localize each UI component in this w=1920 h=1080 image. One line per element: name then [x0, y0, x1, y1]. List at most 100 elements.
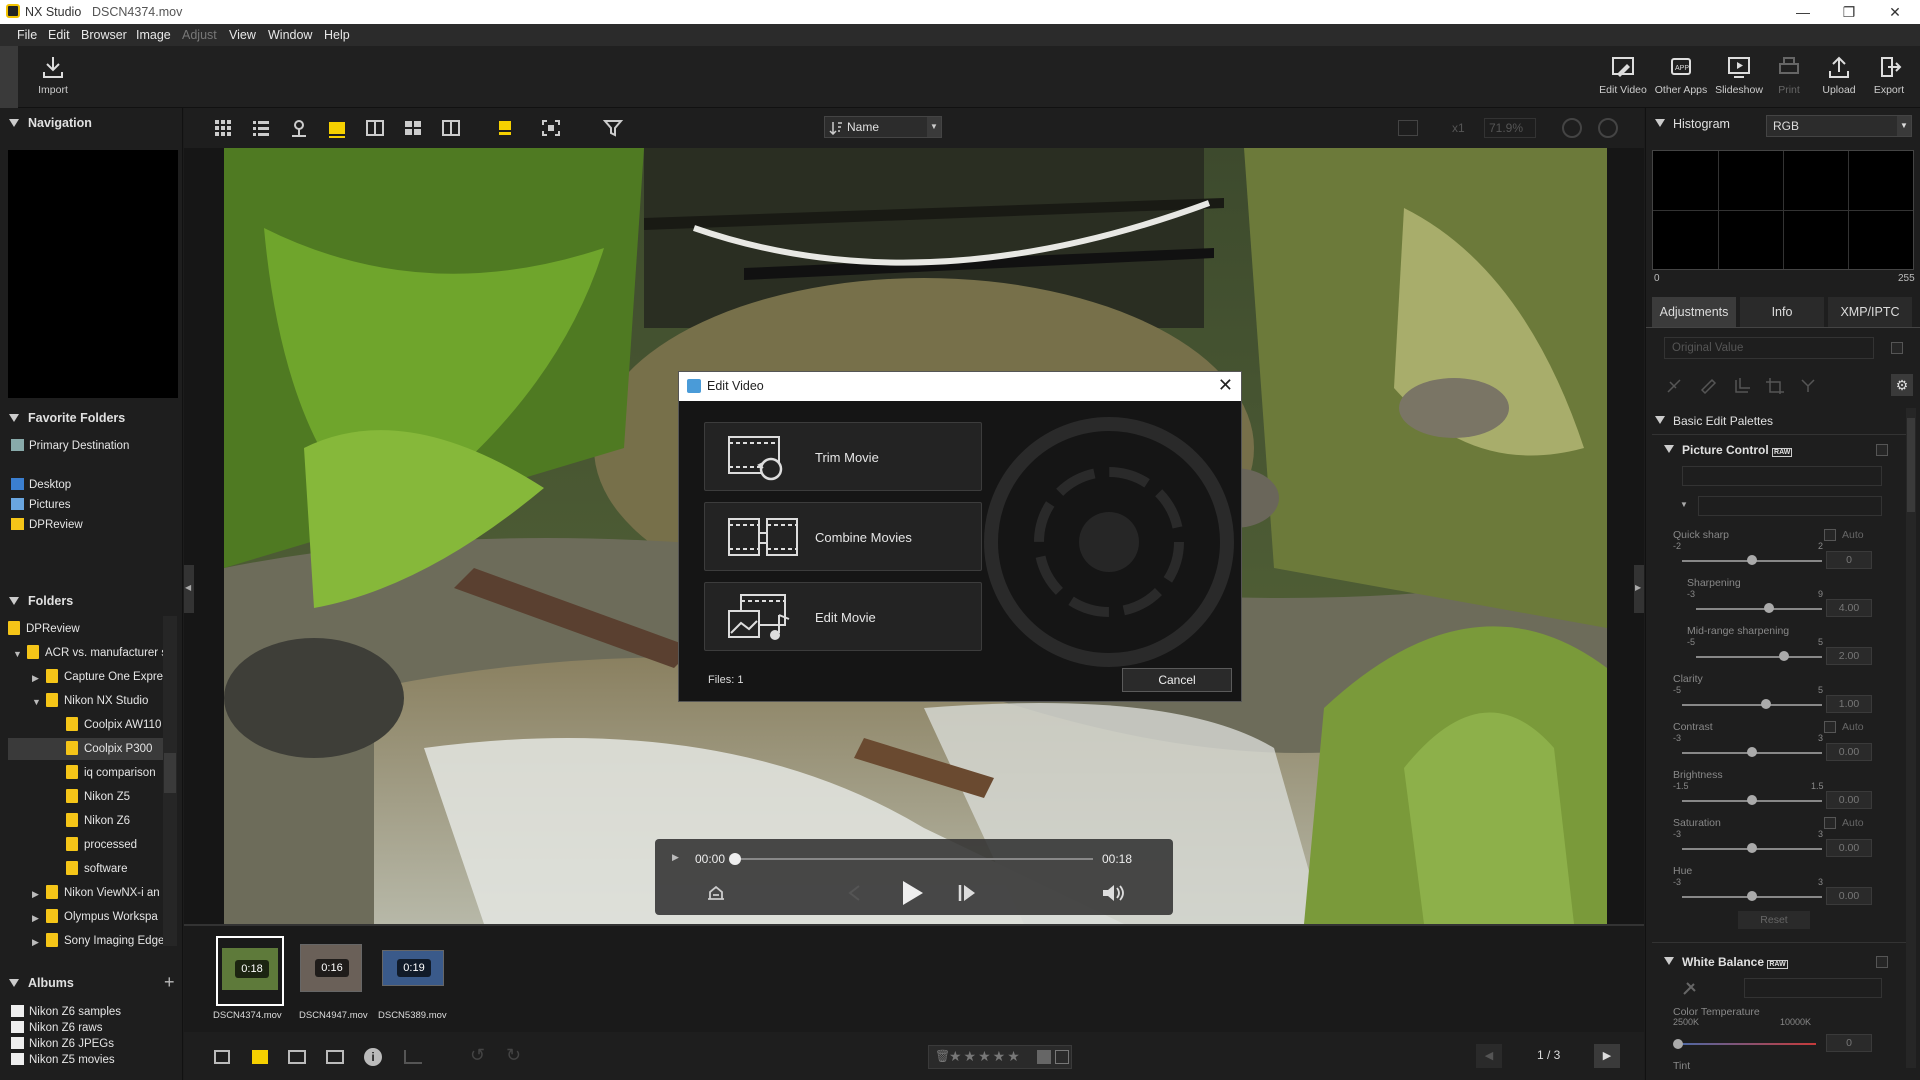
- album-row[interactable]: Nikon Z5 movies: [11, 1053, 115, 1066]
- tab-info[interactable]: Info: [1740, 297, 1824, 327]
- zoom-in-icon[interactable]: [1598, 118, 1618, 138]
- zoom-out-icon[interactable]: [1562, 118, 1582, 138]
- slider-value[interactable]: 0.00: [1826, 791, 1872, 809]
- folder-row[interactable]: Nikon ViewNX-i an: [46, 885, 163, 899]
- other-apps-button[interactable]: APP Other Apps: [1654, 54, 1708, 96]
- left-panel-toggle[interactable]: ◀: [184, 565, 194, 613]
- add-album-icon[interactable]: +: [164, 972, 175, 993]
- filmstrip-layout-icon[interactable]: [496, 118, 518, 138]
- undo-icon[interactable]: ↺: [470, 1045, 485, 1066]
- single-view-icon[interactable]: [326, 118, 348, 138]
- slider-value[interactable]: 1.00: [1826, 695, 1872, 713]
- quick-sharp-auto-checkbox[interactable]: [1824, 529, 1836, 541]
- eyedropper-icon[interactable]: [1682, 980, 1698, 996]
- favorite-dpreview[interactable]: DPReview: [11, 518, 83, 531]
- right-panel-toggle[interactable]: ▶: [1634, 565, 1644, 613]
- tab-adjustments[interactable]: Adjustments: [1652, 297, 1736, 327]
- thumbnail-selected[interactable]: 0:18: [216, 936, 284, 1006]
- sort-dropdown[interactable]: Name ▼: [824, 116, 942, 138]
- slider-knob[interactable]: [1779, 651, 1790, 661]
- folders-scroll-thumb[interactable]: [164, 753, 176, 793]
- zoom-percent[interactable]: 71.9%: [1484, 118, 1536, 138]
- next-frame-icon[interactable]: [957, 883, 977, 903]
- label-icon[interactable]: [1037, 1050, 1051, 1064]
- expand-arrow-icon[interactable]: ▶: [32, 673, 39, 684]
- basic-edit-header[interactable]: Basic Edit Palettes: [1655, 414, 1773, 428]
- histogram-toggle-icon[interactable]: [404, 1050, 422, 1064]
- picture-control-dropdown[interactable]: [1682, 466, 1882, 486]
- slider-knob[interactable]: [1747, 795, 1757, 805]
- thumbnail[interactable]: 0:16: [300, 944, 362, 992]
- compare-view-icon[interactable]: [364, 118, 386, 138]
- info-icon[interactable]: i: [364, 1048, 382, 1066]
- slider-value[interactable]: 4.00: [1826, 599, 1872, 617]
- previous-frame-icon[interactable]: [845, 884, 865, 902]
- favorite-primary-destination[interactable]: Primary Destination: [11, 439, 177, 452]
- menu-edit[interactable]: Edit: [48, 28, 70, 42]
- original-checkbox[interactable]: [1891, 342, 1903, 354]
- color-temperature-knob[interactable]: [1673, 1039, 1683, 1049]
- list-view-icon[interactable]: [250, 118, 272, 138]
- thumbnail-view-icon[interactable]: [214, 1050, 230, 1064]
- dialog-close-icon[interactable]: ✕: [1218, 375, 1233, 396]
- maximize-icon[interactable]: ❐: [1834, 2, 1864, 22]
- folder-row[interactable]: ACR vs. manufacturer s: [27, 645, 163, 659]
- trim-movie-button[interactable]: Trim Movie: [704, 422, 982, 491]
- collapse-arrow-icon[interactable]: ▼: [13, 649, 22, 659]
- tab-xmp-iptc[interactable]: XMP/IPTC: [1828, 297, 1912, 327]
- menu-view[interactable]: View: [229, 28, 256, 42]
- menu-browser[interactable]: Browser: [81, 28, 127, 42]
- cancel-button[interactable]: Cancel: [1122, 668, 1232, 692]
- folder-row[interactable]: Olympus Workspa: [46, 909, 163, 923]
- combine-movies-button[interactable]: Combine Movies: [704, 502, 982, 571]
- minimize-icon[interactable]: —: [1788, 2, 1818, 22]
- slider-value[interactable]: 0.00: [1826, 887, 1872, 905]
- trash-icon[interactable]: 🗑: [935, 1049, 950, 1063]
- navigation-header[interactable]: Navigation: [0, 108, 183, 138]
- saturation-auto-checkbox[interactable]: [1824, 817, 1836, 829]
- fit-view-icon[interactable]: [1398, 120, 1418, 136]
- folder-row[interactable]: Capture One Expre: [46, 669, 163, 683]
- folder-row[interactable]: software: [66, 861, 163, 875]
- favorites-header[interactable]: Favorite Folders: [0, 403, 183, 433]
- edit-movie-button[interactable]: Edit Movie: [704, 582, 982, 651]
- picture-control-sub-dropdown[interactable]: [1698, 496, 1882, 516]
- slider-value[interactable]: 0.00: [1826, 743, 1872, 761]
- favorite-desktop[interactable]: Desktop: [11, 478, 71, 491]
- fit-icon[interactable]: [288, 1050, 306, 1064]
- slider-value[interactable]: 0.00: [1826, 839, 1872, 857]
- folder-row[interactable]: Coolpix P300: [66, 741, 163, 755]
- picture-control-checkbox[interactable]: [1876, 444, 1888, 456]
- filter-icon[interactable]: [602, 118, 624, 138]
- fullscreen-icon[interactable]: [540, 118, 562, 138]
- album-row[interactable]: Nikon Z6 raws: [11, 1021, 103, 1034]
- folder-row[interactable]: DPReview: [8, 621, 163, 635]
- expand-arrow-icon[interactable]: ▶: [32, 937, 39, 948]
- protect-icon[interactable]: [1055, 1050, 1069, 1064]
- star-rating-icons[interactable]: ★★★★★: [949, 1048, 1022, 1065]
- slider-knob[interactable]: [1747, 843, 1757, 853]
- import-button[interactable]: Import: [26, 54, 80, 96]
- folder-row[interactable]: Coolpix AW110: [66, 717, 163, 731]
- quad-view-icon[interactable]: [402, 118, 424, 138]
- slider-knob[interactable]: [1764, 603, 1775, 613]
- right-scroll-thumb[interactable]: [1907, 418, 1915, 512]
- album-row[interactable]: Nikon Z6 samples: [11, 1005, 121, 1018]
- slider-track[interactable]: [1682, 704, 1822, 706]
- thumbnail[interactable]: 0:19: [382, 950, 444, 986]
- slider-value[interactable]: 0: [1826, 551, 1872, 569]
- folder-row[interactable]: Nikon NX Studio: [46, 693, 163, 707]
- gear-icon[interactable]: ⚙: [1891, 374, 1913, 396]
- before-after-icon[interactable]: [440, 118, 462, 138]
- white-balance-checkbox[interactable]: [1876, 956, 1888, 968]
- slider-knob[interactable]: [1747, 747, 1757, 757]
- redo-icon[interactable]: ↻: [506, 1045, 521, 1066]
- picture-control-header[interactable]: Picture Control RAW: [1664, 443, 1793, 457]
- white-balance-header[interactable]: White Balance RAW: [1664, 955, 1788, 969]
- expand-arrow-icon[interactable]: ▶: [32, 913, 39, 924]
- menu-window[interactable]: Window: [268, 28, 312, 42]
- toolbar-collapse-handle[interactable]: [0, 46, 18, 108]
- reset-button[interactable]: Reset: [1738, 911, 1810, 929]
- album-row[interactable]: Nikon Z6 JPEGs: [11, 1037, 114, 1050]
- print-button[interactable]: Print: [1762, 54, 1816, 96]
